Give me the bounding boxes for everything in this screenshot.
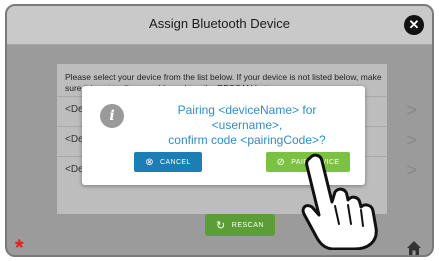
rescan-label: RESCAN: [231, 221, 264, 229]
pairing-message-line2: confirm code <pairingCode>?: [168, 133, 326, 147]
home-icon[interactable]: [406, 240, 422, 256]
cancel-button[interactable]: ⊗ CANCEL: [134, 152, 202, 172]
pointing-hand-icon: [301, 153, 378, 250]
rescan-button[interactable]: ↻ RESCAN: [205, 214, 275, 236]
page-title: Assign Bluetooth Device: [149, 16, 290, 31]
chevron-right-icon: >: [406, 160, 417, 180]
info-icon: i: [100, 104, 124, 128]
asterisk-icon[interactable]: *: [15, 237, 24, 256]
chevron-right-icon: >: [406, 100, 417, 120]
title-bar: Assign Bluetooth Device ✕: [7, 6, 432, 45]
chevron-right-icon: >: [406, 130, 417, 150]
cancel-circle-icon: ⊗: [145, 156, 154, 168]
cancel-label: CANCEL: [159, 158, 191, 166]
close-icon[interactable]: ✕: [404, 15, 424, 35]
refresh-icon: ↻: [216, 219, 226, 232]
check-circle-icon: ⊘: [276, 156, 286, 168]
pairing-message-line1: Pairing <deviceName> for <username>,: [177, 103, 317, 132]
pairing-message: Pairing <deviceName> for <username>, con…: [142, 103, 352, 148]
